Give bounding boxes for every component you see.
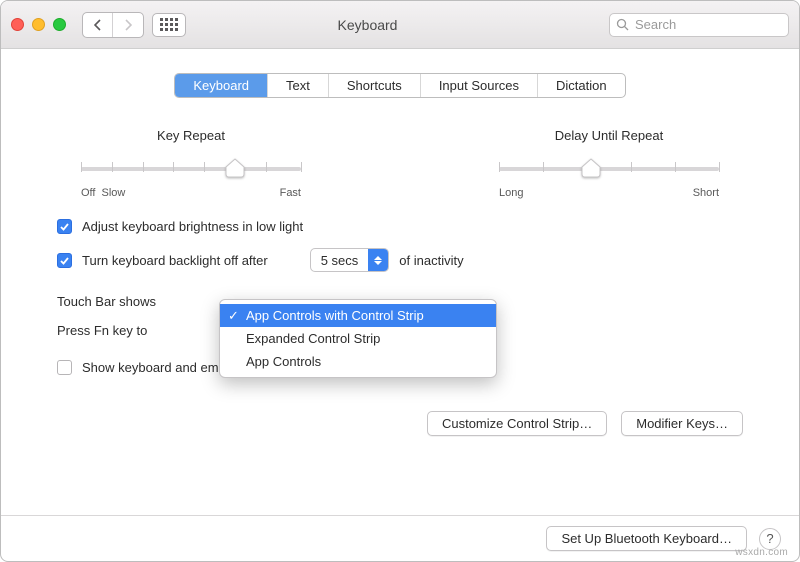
slider-tick-label: Short [693, 187, 719, 199]
pane-content: Keyboard Text Shortcuts Input Sources Di… [1, 49, 799, 515]
slider-knob-icon[interactable] [225, 158, 245, 178]
menu-item-app-controls[interactable]: App Controls [220, 350, 496, 373]
menu-item-label: App Controls [246, 354, 321, 369]
backlight-off-checkbox[interactable] [57, 253, 72, 268]
button-label: Set Up Bluetooth Keyboard… [561, 531, 732, 546]
delay-until-repeat-label: Delay Until Repeat [499, 128, 719, 143]
tab-label: Text [286, 78, 310, 93]
search-input[interactable]: Search [609, 13, 789, 37]
menu-item-label: App Controls with Control Strip [246, 308, 424, 323]
fn-key-label: Press Fn key to [57, 323, 187, 338]
chevron-left-icon [94, 19, 102, 31]
tab-label: Shortcuts [347, 78, 402, 93]
delay-until-repeat-block: Delay Until Repeat Long Short [499, 128, 719, 199]
help-button[interactable]: ? [759, 528, 781, 550]
back-button[interactable] [83, 13, 113, 37]
chevron-right-icon [124, 19, 132, 31]
menu-item-app-controls-with-strip[interactable]: App Controls with Control Strip [220, 304, 496, 327]
action-buttons-row: Customize Control Strip… Modifier Keys… [51, 411, 749, 436]
tab-dictation[interactable]: Dictation [538, 74, 625, 97]
window-toolbar: Keyboard Search [1, 1, 799, 49]
preferences-window: Keyboard Search Keyboard Text Shortcuts … [0, 0, 800, 562]
tab-label: Dictation [556, 78, 607, 93]
tab-shortcuts[interactable]: Shortcuts [329, 74, 421, 97]
tab-bar: Keyboard Text Shortcuts Input Sources Di… [51, 73, 749, 98]
tab-label: Input Sources [439, 78, 519, 93]
window-footer: Set Up Bluetooth Keyboard… ? [1, 515, 799, 561]
key-repeat-label: Key Repeat [81, 128, 301, 143]
delay-until-repeat-slider[interactable] [499, 161, 719, 181]
backlight-off-label-post: of inactivity [399, 253, 463, 268]
button-label: Customize Control Strip… [442, 416, 592, 431]
slider-tick-label: Off [81, 187, 95, 199]
checkmark-icon [59, 221, 70, 232]
window-traffic-lights [11, 18, 66, 31]
show-all-button[interactable] [152, 13, 186, 37]
menu-item-expanded-control-strip[interactable]: Expanded Control Strip [220, 327, 496, 350]
setup-bluetooth-keyboard-button[interactable]: Set Up Bluetooth Keyboard… [546, 526, 747, 551]
customize-control-strip-button[interactable]: Customize Control Strip… [427, 411, 607, 436]
backlight-delay-select[interactable]: 5 secs [310, 248, 390, 272]
backlight-off-label-pre: Turn keyboard backlight off after [82, 253, 268, 268]
window-title: Keyboard [194, 17, 601, 33]
slider-tick-label: Fast [280, 187, 301, 199]
slider-knob-icon[interactable] [581, 158, 601, 178]
show-viewers-checkbox[interactable] [57, 360, 72, 375]
updown-arrows-icon [368, 249, 388, 271]
button-label: Modifier Keys… [636, 416, 728, 431]
search-icon [616, 18, 629, 31]
close-window-icon[interactable] [11, 18, 24, 31]
modifier-keys-button[interactable]: Modifier Keys… [621, 411, 743, 436]
slider-tick-label: Long [499, 187, 523, 199]
tab-label: Keyboard [193, 78, 249, 93]
zoom-window-icon[interactable] [53, 18, 66, 31]
tab-input-sources[interactable]: Input Sources [421, 74, 538, 97]
search-placeholder: Search [635, 17, 676, 32]
touch-bar-shows-label: Touch Bar shows [57, 294, 187, 309]
sliders-row: Key Repeat Off Slow Fast Delay Until Repe… [51, 128, 749, 199]
tab-text[interactable]: Text [268, 74, 329, 97]
nav-back-forward [82, 12, 144, 38]
key-repeat-block: Key Repeat Off Slow Fast [81, 128, 301, 199]
minimize-window-icon[interactable] [32, 18, 45, 31]
key-repeat-slider[interactable] [81, 161, 301, 181]
question-icon: ? [766, 531, 773, 546]
backlight-off-row: Turn keyboard backlight off after 5 secs… [57, 248, 743, 272]
forward-button[interactable] [113, 13, 143, 37]
touch-bar-shows-menu[interactable]: App Controls with Control Strip Expanded… [219, 299, 497, 378]
tab-keyboard[interactable]: Keyboard [175, 74, 268, 97]
select-value: 5 secs [311, 249, 369, 271]
menu-item-label: Expanded Control Strip [246, 331, 380, 346]
checkmark-icon [59, 255, 70, 266]
grid-icon [160, 18, 178, 31]
auto-brightness-checkbox[interactable] [57, 219, 72, 234]
auto-brightness-row: Adjust keyboard brightness in low light [57, 219, 743, 234]
auto-brightness-label: Adjust keyboard brightness in low light [82, 219, 303, 234]
slider-tick-label: Slow [101, 187, 125, 199]
